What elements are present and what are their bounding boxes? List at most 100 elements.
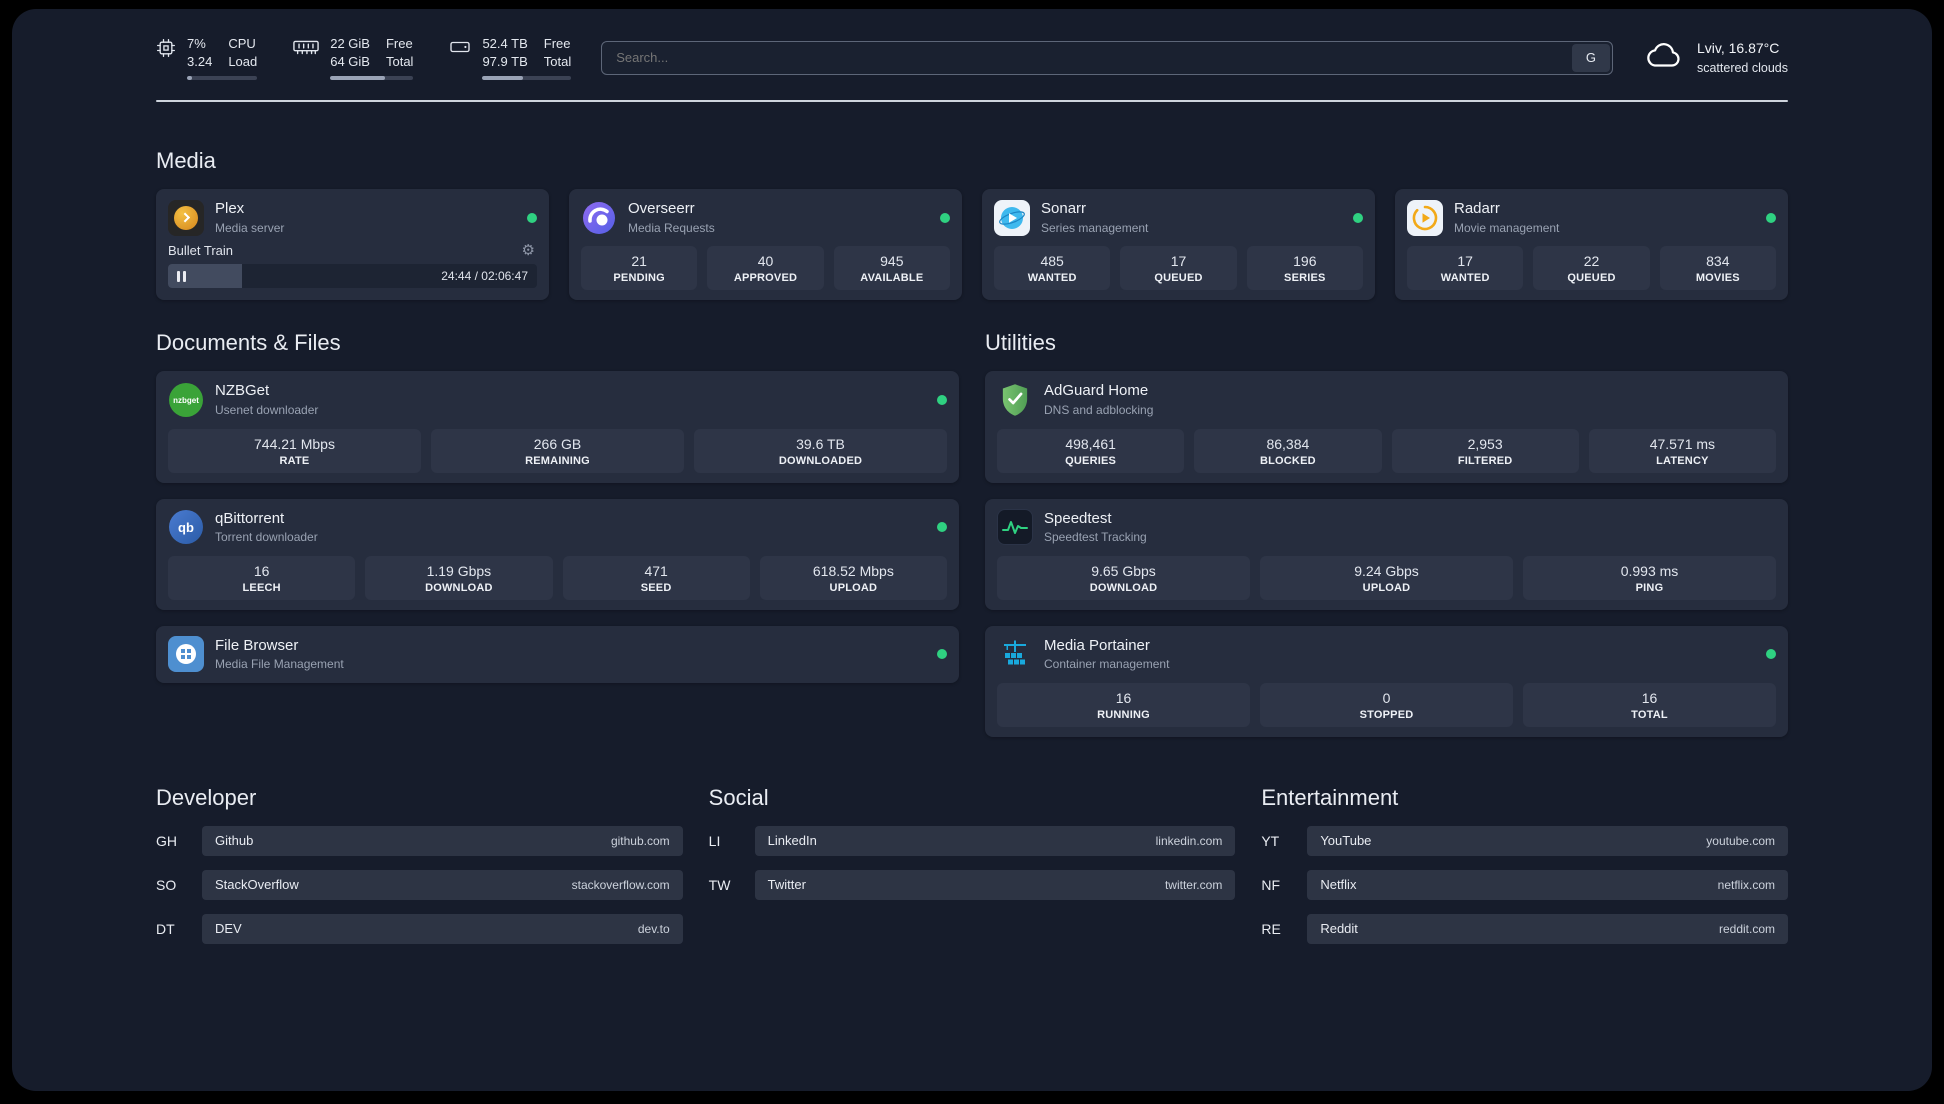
speedtest-card[interactable]: Speedtest Speedtest Tracking 9.65 Gbps D… — [985, 498, 1788, 610]
playback-progress-bar[interactable]: 24:44 / 02:06:47 — [168, 264, 537, 289]
ram-free-value: 22 GiB — [330, 36, 370, 51]
stat-total: 16 TOTAL — [1523, 682, 1776, 727]
link-reddit: RE Reddit reddit.com — [1261, 913, 1788, 944]
stat-wanted: 485 WANTED — [994, 246, 1111, 291]
portainer-card[interactable]: Media Portainer Container management 16 … — [985, 625, 1788, 737]
app-desc: Speedtest Tracking — [1044, 530, 1147, 545]
app-desc: Media Requests — [628, 220, 715, 235]
ram-metric: 22 GiB 64 GiB Free Total — [293, 35, 414, 81]
stat-latency: 47.571 ms LATENCY — [1588, 428, 1776, 473]
link-abbr: GH — [156, 832, 177, 849]
status-dot — [937, 522, 947, 533]
link-stackoverflow: SO StackOverflow stackoverflow.com — [156, 869, 683, 900]
ram-usage-bar-fill — [330, 76, 386, 81]
disk-total-label: Total — [543, 54, 572, 70]
link-abbr: DT — [156, 920, 175, 937]
plex-icon — [168, 199, 204, 236]
link-dev: DT DEV dev.to — [156, 913, 683, 944]
weather-condition: scattered clouds — [1696, 60, 1788, 75]
cpu-usage-bar — [187, 76, 258, 81]
section-title-entertainment: Entertainment — [1261, 784, 1399, 810]
entertainment-section: Entertainment YT YouTube youtube.com NF … — [1261, 785, 1788, 944]
link-bar-netflix[interactable]: Netflix netflix.com — [1307, 869, 1788, 900]
stat-wanted: 17 WANTED — [1407, 246, 1524, 291]
link-abbr: LI — [708, 832, 721, 849]
section-title-media: Media — [156, 148, 216, 174]
section-title-developer: Developer — [156, 784, 257, 810]
app-name: Radarr — [1454, 200, 1500, 218]
search-bar: G — [601, 40, 1613, 75]
app-desc: Usenet downloader — [215, 402, 319, 417]
link-youtube: YT YouTube youtube.com — [1261, 825, 1788, 856]
stat-blocked: 86,384 BLOCKED — [1194, 428, 1382, 473]
stat-seed: 471 SEED — [562, 555, 750, 600]
app-name: File Browser — [215, 636, 299, 654]
disk-free-label: Free — [543, 36, 571, 51]
disk-metric: 52.4 TB 97.9 TB Free Total — [449, 35, 572, 81]
plex-card[interactable]: Plex Media server Bullet Train ⚙ 24:44 /… — [156, 189, 549, 301]
section-title-social: Social — [708, 784, 769, 810]
stat-movies: 834 MOVIES — [1659, 246, 1776, 291]
media-section: Media Plex Media server Bullet Train ⚙ 2… — [156, 148, 1788, 301]
stat-approved: 40 APPROVED — [707, 246, 824, 291]
pause-button[interactable] — [177, 270, 186, 282]
cpu-icon — [156, 38, 176, 58]
ram-icon — [293, 38, 320, 56]
stat-leech: 16 LEECH — [168, 555, 356, 600]
qbittorrent-icon: qb — [168, 509, 204, 545]
google-search-button[interactable]: G — [1571, 43, 1610, 72]
cpu-metric: 7% 3.24 CPU Load — [156, 35, 258, 81]
section-title-utilities: Utilities — [985, 330, 1056, 356]
disk-usage-bar-fill — [482, 76, 524, 81]
stat-download: 9.65 Gbps DOWNLOAD — [997, 555, 1250, 600]
app-name: Overseerr — [628, 200, 695, 218]
stat-remaining: 266 GB REMAINING — [431, 428, 684, 473]
stat-downloaded: 39.6 TB DOWNLOADED — [694, 428, 947, 473]
link-abbr: NF — [1261, 876, 1280, 893]
speedtest-icon — [997, 509, 1033, 546]
overseerr-icon — [581, 200, 617, 236]
stat-rate: 744.21 Mbps RATE — [168, 428, 421, 473]
nzbget-card[interactable]: nzbget NZBGet Usenet downloader 744.21 M… — [156, 371, 959, 483]
disk-usage-bar — [482, 76, 572, 81]
link-bar-linkedin[interactable]: LinkedIn linkedin.com — [754, 825, 1236, 856]
topbar: 7% 3.24 CPU Load 22 GiB 64 GiB Free Tota… — [156, 35, 1788, 81]
app-desc: Media File Management — [215, 657, 344, 672]
dashboard: 7% 3.24 CPU Load 22 GiB 64 GiB Free Tota… — [12, 9, 1932, 1091]
stat-upload: 618.52 Mbps UPLOAD — [759, 555, 947, 600]
search-input[interactable] — [602, 50, 1572, 66]
link-linkedin: LI LinkedIn linkedin.com — [708, 825, 1236, 856]
link-bar-reddit[interactable]: Reddit reddit.com — [1307, 913, 1788, 944]
ram-usage-bar — [330, 76, 414, 81]
portainer-icon — [997, 636, 1033, 672]
radarr-card[interactable]: Radarr Movie management 17 WANTED 22 QUE… — [1395, 189, 1788, 301]
social-section: Social LI LinkedIn linkedin.com TW Twitt… — [709, 785, 1236, 944]
overseerr-card[interactable]: Overseerr Media Requests 21 PENDING 40 A… — [569, 189, 962, 301]
app-desc: Torrent downloader — [215, 530, 318, 545]
disk-free-value: 52.4 TB — [482, 36, 528, 51]
link-bar-youtube[interactable]: YouTube youtube.com — [1307, 825, 1788, 856]
app-desc: Series management — [1041, 220, 1149, 235]
app-name: AdGuard Home — [1044, 382, 1149, 400]
cpu-usage-bar-fill — [187, 76, 192, 81]
link-bar-dev[interactable]: DEV dev.to — [202, 913, 683, 944]
status-dot — [1766, 212, 1776, 223]
app-name: Sonarr — [1041, 200, 1087, 218]
link-bar-twitter[interactable]: Twitter twitter.com — [754, 869, 1236, 900]
sonarr-card[interactable]: Sonarr Series management 485 WANTED 17 Q… — [982, 189, 1375, 301]
qbittorrent-card[interactable]: qb qBittorrent Torrent downloader 16 LEE… — [156, 498, 959, 610]
link-bar-github[interactable]: Github github.com — [202, 825, 683, 856]
link-bar-stackoverflow[interactable]: StackOverflow stackoverflow.com — [202, 869, 683, 900]
filebrowser-card[interactable]: File Browser Media File Management — [156, 625, 959, 683]
link-abbr: RE — [1261, 920, 1281, 937]
status-dot — [1766, 649, 1776, 660]
disk-total-value: 97.9 TB — [482, 54, 528, 70]
playback-time: 24:44 / 02:06:47 — [441, 269, 528, 284]
cpu-load-value: 3.24 — [187, 54, 213, 70]
adguard-card[interactable]: AdGuard Home DNS and adblocking 498,461 … — [985, 371, 1788, 483]
weather-location: Lviv, 16.87°C — [1696, 40, 1780, 57]
app-name: Plex — [215, 200, 245, 218]
filebrowser-icon — [168, 636, 204, 673]
topbar-divider — [156, 100, 1788, 103]
gear-icon[interactable]: ⚙ — [522, 243, 535, 258]
